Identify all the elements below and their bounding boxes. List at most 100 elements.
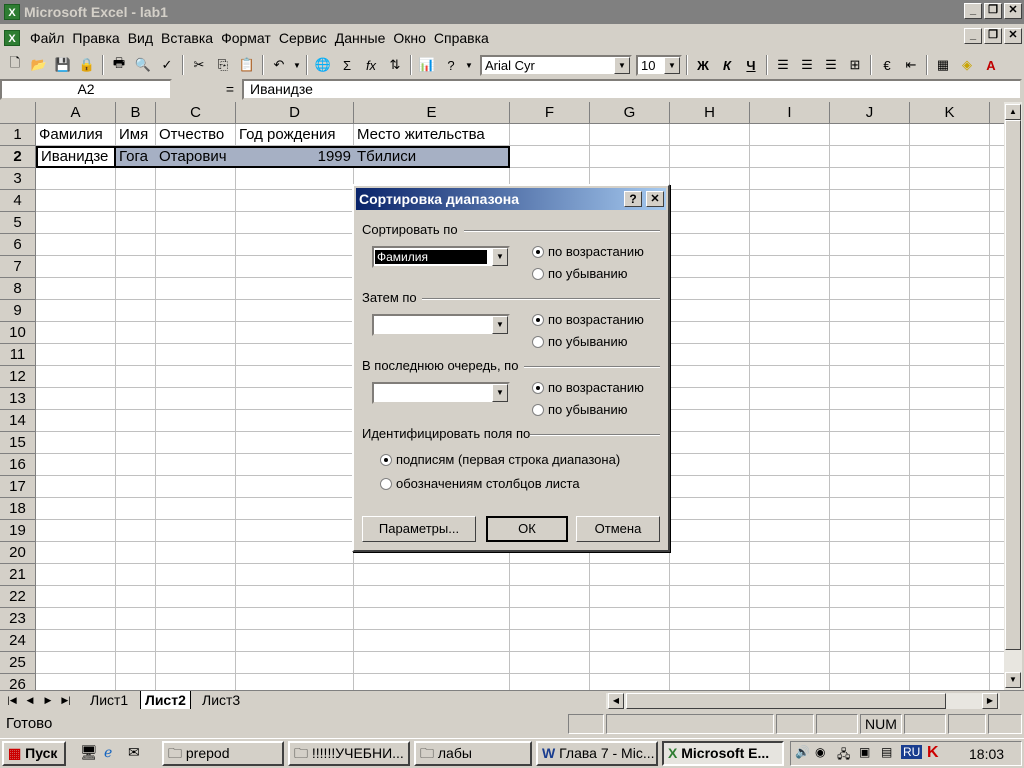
then-by-select[interactable]: ▼ bbox=[372, 314, 510, 336]
sort2-ascending-radio[interactable]: по возрастанию bbox=[532, 312, 644, 327]
row-header-15[interactable]: 15 bbox=[0, 432, 36, 454]
identify-by-columns-radio[interactable]: обозначениям столбцов листа bbox=[380, 476, 580, 491]
new-icon[interactable]: 🗋 bbox=[4, 54, 26, 76]
toolbar-options-icon[interactable]: ▼ bbox=[464, 54, 474, 76]
name-box[interactable]: A2 bbox=[0, 78, 172, 100]
chevron-down-icon[interactable]: ▼ bbox=[664, 56, 680, 74]
scroll-left-icon[interactable]: ◀ bbox=[608, 693, 624, 709]
menu-format[interactable]: Формат bbox=[217, 28, 275, 48]
font-name-select[interactable]: Arial Cyr ▼ bbox=[480, 54, 632, 76]
row-header-3[interactable]: 3 bbox=[0, 168, 36, 190]
task-prepod[interactable]: 🗀 prepod bbox=[162, 741, 284, 766]
underline-button[interactable]: Ч bbox=[740, 54, 762, 76]
cell-a1[interactable]: Фамилия bbox=[36, 124, 116, 146]
cancel-button[interactable]: Отмена bbox=[576, 516, 660, 542]
row-header-4[interactable]: 4 bbox=[0, 190, 36, 212]
cell-e1[interactable]: Место жительства bbox=[354, 124, 510, 146]
cell-b1[interactable]: Имя bbox=[116, 124, 156, 146]
menu-edit[interactable]: Правка bbox=[68, 28, 123, 48]
cell-d2[interactable]: 1999 bbox=[236, 146, 354, 168]
chevron-down-icon[interactable]: ▼ bbox=[492, 384, 508, 402]
monitor-icon[interactable]: ▣ bbox=[859, 745, 870, 759]
row-header-1[interactable]: 1 bbox=[0, 124, 36, 146]
row-header-19[interactable]: 19 bbox=[0, 520, 36, 542]
sort3-ascending-radio[interactable]: по возрастанию bbox=[532, 380, 644, 395]
row-header-9[interactable]: 9 bbox=[0, 300, 36, 322]
minimize-button[interactable]: _ bbox=[964, 3, 982, 19]
font-size-select[interactable]: 10 ▼ bbox=[636, 54, 682, 76]
sort-by-select[interactable]: Фамилия ▼ bbox=[372, 246, 510, 268]
currency-icon[interactable]: € bbox=[876, 54, 898, 76]
sort1-descending-radio[interactable]: по убыванию bbox=[532, 266, 628, 281]
cell-a2[interactable]: Иванидзе bbox=[36, 146, 116, 168]
doc-restore-button[interactable]: ❐ bbox=[984, 28, 1002, 44]
menu-insert[interactable]: Вставка bbox=[157, 28, 217, 48]
formula-input[interactable]: Иванидзе bbox=[242, 78, 1022, 100]
task-excel[interactable]: X Microsoft E... bbox=[662, 741, 784, 766]
row-header-5[interactable]: 5 bbox=[0, 212, 36, 234]
row-header-24[interactable]: 24 bbox=[0, 630, 36, 652]
next-sheet-icon[interactable]: ▶ bbox=[40, 692, 56, 709]
task-word[interactable]: W Глава 7 - Mic... bbox=[536, 741, 658, 766]
task-uchebnik[interactable]: 🗀 !!!!!!УЧЕБНИ... bbox=[288, 741, 410, 766]
doc-close-button[interactable]: ✕ bbox=[1004, 28, 1022, 44]
restore-button[interactable]: ❐ bbox=[984, 3, 1002, 19]
hyperlink-icon[interactable]: 🌐 bbox=[312, 54, 334, 76]
col-header-j[interactable]: J bbox=[830, 102, 910, 124]
quicklaunch-ie-icon[interactable]: ℯ bbox=[104, 744, 112, 761]
menu-help[interactable]: Справка bbox=[430, 28, 493, 48]
first-sheet-icon[interactable]: |◀ bbox=[4, 692, 20, 709]
open-icon[interactable]: 📂 bbox=[28, 54, 50, 76]
align-left-icon[interactable]: ☰ bbox=[772, 54, 794, 76]
vertical-scrollbar[interactable]: ▲ ▼ bbox=[1004, 102, 1022, 690]
row-header-22[interactable]: 22 bbox=[0, 586, 36, 608]
col-header-d[interactable]: D bbox=[236, 102, 354, 124]
row-header-20[interactable]: 20 bbox=[0, 542, 36, 564]
language-indicator[interactable]: RU bbox=[901, 745, 923, 759]
network-icon[interactable]: 🖧 bbox=[837, 745, 850, 766]
dialog-close-button[interactable]: ✕ bbox=[646, 191, 664, 207]
volume-icon[interactable]: 🔊 bbox=[795, 745, 810, 759]
col-header-f[interactable]: F bbox=[510, 102, 590, 124]
sort2-descending-radio[interactable]: по убыванию bbox=[532, 334, 628, 349]
help-icon[interactable]: ? bbox=[440, 54, 462, 76]
row-header-6[interactable]: 6 bbox=[0, 234, 36, 256]
scroll-up-icon[interactable]: ▲ bbox=[1005, 104, 1021, 120]
menu-window[interactable]: Окно bbox=[389, 28, 430, 48]
row-header-23[interactable]: 23 bbox=[0, 608, 36, 630]
horizontal-scrollbar[interactable]: ◀ ▶ bbox=[606, 693, 1000, 709]
align-center-icon[interactable]: ☰ bbox=[796, 54, 818, 76]
spelling-icon[interactable]: ✓ bbox=[156, 54, 178, 76]
cd-icon[interactable]: ◉ bbox=[815, 745, 825, 759]
row-header-13[interactable]: 13 bbox=[0, 388, 36, 410]
col-header-e[interactable]: E bbox=[354, 102, 510, 124]
function-icon[interactable]: fx bbox=[360, 54, 382, 76]
scroll-right-icon[interactable]: ▶ bbox=[982, 693, 998, 709]
col-header-g[interactable]: G bbox=[590, 102, 670, 124]
row-header-12[interactable]: 12 bbox=[0, 366, 36, 388]
borders-icon[interactable]: ▦ bbox=[932, 54, 954, 76]
col-header-k[interactable]: K bbox=[910, 102, 990, 124]
col-header-b[interactable]: B bbox=[116, 102, 156, 124]
options-button[interactable]: Параметры... bbox=[362, 516, 476, 542]
align-right-icon[interactable]: ☰ bbox=[820, 54, 842, 76]
menu-data[interactable]: Данные bbox=[331, 28, 390, 48]
bold-button[interactable]: Ж bbox=[692, 54, 714, 76]
row-header-14[interactable]: 14 bbox=[0, 410, 36, 432]
cell-b2[interactable]: Гога bbox=[116, 146, 156, 168]
col-header-h[interactable]: H bbox=[670, 102, 750, 124]
row-header-16[interactable]: 16 bbox=[0, 454, 36, 476]
permission-icon[interactable]: 🔒 bbox=[76, 54, 98, 76]
row-header-11[interactable]: 11 bbox=[0, 344, 36, 366]
antivirus-icon[interactable]: K bbox=[927, 744, 939, 762]
print-preview-icon[interactable]: 🔍 bbox=[132, 54, 154, 76]
sheet-tab-3[interactable]: Лист3 bbox=[198, 691, 244, 709]
paste-icon[interactable]: 📋 bbox=[236, 54, 258, 76]
row-header-2[interactable]: 2 bbox=[0, 146, 36, 168]
row-header-21[interactable]: 21 bbox=[0, 564, 36, 586]
sheet-tab-1[interactable]: Лист1 bbox=[86, 691, 132, 709]
cell-c2[interactable]: Отарович bbox=[156, 146, 236, 168]
italic-button[interactable]: К bbox=[716, 54, 738, 76]
row-header-25[interactable]: 25 bbox=[0, 652, 36, 674]
chart-icon[interactable]: 📊 bbox=[416, 54, 438, 76]
